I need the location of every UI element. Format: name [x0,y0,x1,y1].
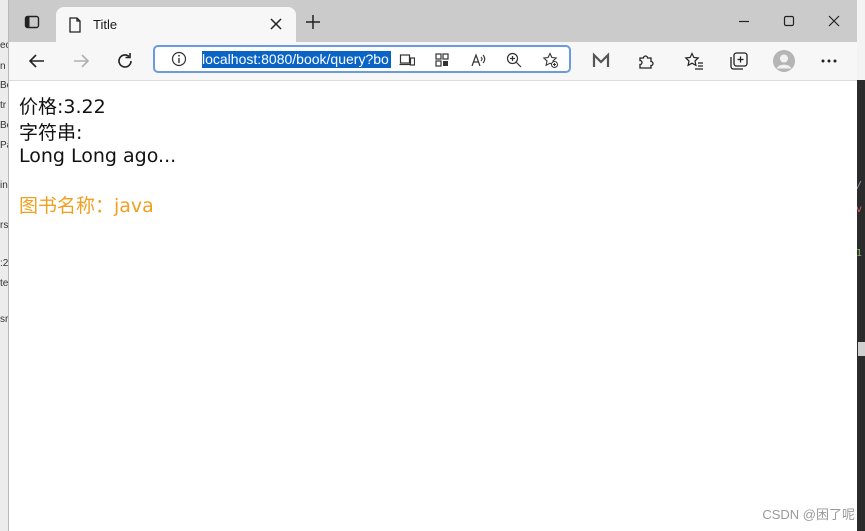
page-content: 价格:3.22 字符串: Long Long ago... 图书名称：java [9,81,857,531]
title-bar: Title [9,0,857,42]
more-icon[interactable] [819,51,839,71]
url-text[interactable]: localhost:8080/book/query?bo [202,51,391,68]
tab-title-page[interactable]: Title [56,7,296,42]
favorites-icon[interactable] [684,51,704,71]
info-icon[interactable] [171,51,187,67]
forward-icon[interactable] [71,51,91,71]
price-line: 价格:3.22 [19,96,106,118]
book-name-line: 图书名称：java [19,195,154,217]
minimize-icon[interactable] [735,12,753,30]
page-icon [69,17,81,33]
window-close-icon[interactable] [825,12,843,30]
address-bar[interactable]: localhost:8080/book/query?bo [153,45,571,73]
string-value: Long Long ago... [19,145,177,167]
string-label: 字符串: [19,122,83,144]
tab-actions-icon[interactable] [24,14,40,30]
scrollbar-thumb[interactable] [858,342,865,356]
zoom-icon[interactable] [506,52,522,68]
apps-icon[interactable] [434,52,450,68]
refresh-icon[interactable] [115,51,135,71]
navigation-toolbar: localhost:8080/book/query?bo [9,42,857,81]
background-window-right: / v 1 [856,80,865,531]
favorite-add-icon[interactable] [542,52,558,68]
read-aloud-icon[interactable] [470,52,486,68]
collections-icon[interactable] [729,51,749,71]
maximize-icon[interactable] [780,12,798,30]
immersive-reader-icon[interactable] [399,52,415,68]
tab-title: Title [93,17,118,32]
back-icon[interactable] [27,51,47,71]
profile-icon[interactable] [772,49,796,73]
extensions-icon[interactable] [636,51,656,71]
watermark: CSDN @困了呢 [762,507,855,522]
plus-icon[interactable] [305,14,321,30]
close-icon[interactable] [270,18,282,30]
m-extension-icon[interactable] [591,51,611,71]
browser-window: Title localhost:8080/book/query?bo 价格:3.… [8,0,857,531]
